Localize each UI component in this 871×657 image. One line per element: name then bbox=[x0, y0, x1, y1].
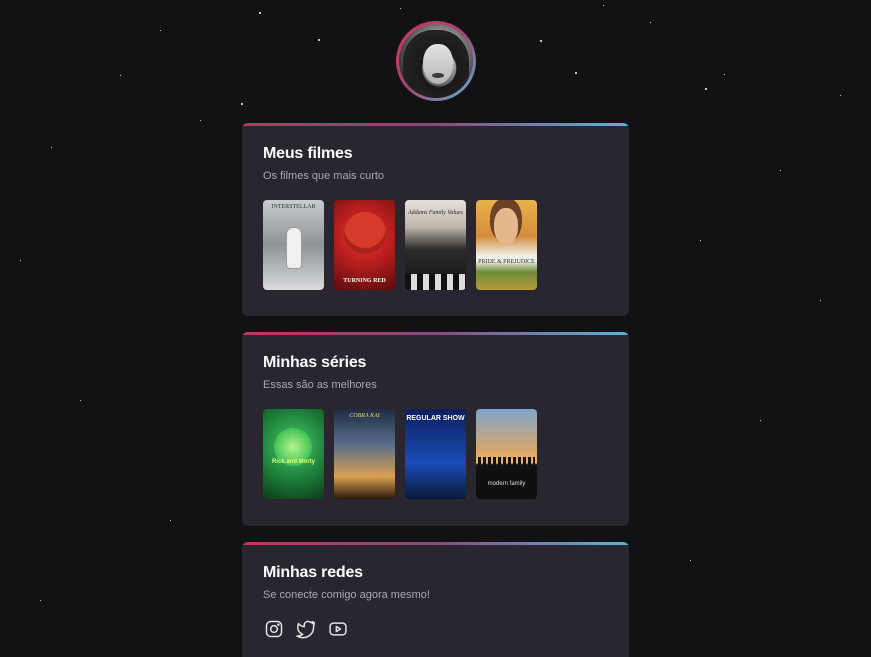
poster-interstellar[interactable]: INTERSTELLAR bbox=[263, 200, 324, 290]
socials-title: Minhas redes bbox=[263, 564, 363, 581]
movies-poster-list: INTERSTELLAR TURNING RED Addams Family V… bbox=[263, 200, 537, 290]
socials-subtitle: Se conecte comigo agora mesmo! bbox=[263, 589, 430, 601]
twitter-link[interactable] bbox=[295, 618, 317, 640]
instagram-link[interactable] bbox=[263, 618, 285, 640]
movies-subtitle: Os filmes que mais curto bbox=[263, 170, 385, 182]
poster-addams-family-values[interactable]: Addams Family Values bbox=[405, 200, 466, 290]
series-subtitle: Essas são as melhores bbox=[263, 379, 377, 391]
series-card: Minhas séries Essas são as melhores Rick… bbox=[242, 332, 629, 526]
socials-card: Minhas redes Se conecte comigo agora mes… bbox=[242, 542, 629, 657]
profile-avatar bbox=[396, 21, 476, 101]
poster-regular-show[interactable]: REGULAR SHOW bbox=[405, 409, 466, 499]
twitter-icon bbox=[296, 620, 316, 639]
series-title: Minhas séries bbox=[263, 354, 367, 371]
youtube-icon bbox=[329, 622, 347, 636]
poster-pride-prejudice[interactable]: PRIDE & PREJUDICE bbox=[476, 200, 537, 290]
youtube-link[interactable] bbox=[327, 618, 349, 640]
poster-turning-red[interactable]: TURNING RED bbox=[334, 200, 395, 290]
social-links bbox=[263, 618, 349, 640]
series-poster-list: Rick and Morty COBRA KAI REGULAR SHOW mo… bbox=[263, 409, 537, 499]
poster-rick-and-morty[interactable]: Rick and Morty bbox=[263, 409, 324, 499]
poster-cobra-kai[interactable]: COBRA KAI bbox=[334, 409, 395, 499]
poster-modern-family[interactable]: modern family bbox=[476, 409, 537, 499]
movies-card: Meus filmes Os filmes que mais curto INT… bbox=[242, 123, 629, 316]
avatar-image bbox=[399, 24, 473, 98]
instagram-icon bbox=[265, 620, 283, 638]
movies-title: Meus filmes bbox=[263, 145, 353, 162]
